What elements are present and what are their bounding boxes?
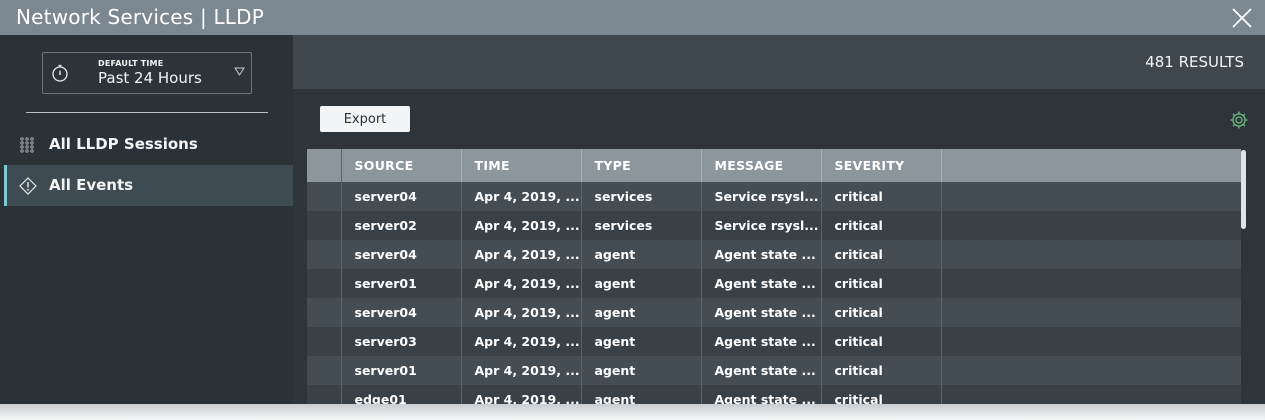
select-column-header[interactable] — [307, 149, 342, 182]
table-row[interactable]: server01 Apr 4, 2019, ... agent Agent state… — [307, 269, 1241, 298]
cell-spacer — [941, 182, 1241, 211]
cell-type: agent — [581, 298, 702, 327]
cell-message: Agent state ... — [701, 356, 822, 385]
time-picker-value: Past 24 Hours — [98, 69, 202, 87]
row-select-cell[interactable] — [307, 211, 342, 240]
close-icon[interactable] — [1231, 7, 1253, 29]
export-button[interactable]: Export — [320, 106, 410, 132]
caret-down-icon — [234, 67, 245, 76]
cell-severity: critical — [821, 356, 942, 385]
cell-message: Agent state ... — [701, 298, 822, 327]
table-row[interactable]: server01 Apr 4, 2019, ... agent Agent state… — [307, 356, 1241, 385]
column-header-severity[interactable]: SEVERITY — [821, 149, 942, 182]
cell-time: Apr 4, 2019, ... — [461, 269, 582, 298]
sidebar-item-all-events[interactable]: All Events — [4, 165, 293, 206]
cell-time: Apr 4, 2019, ... — [461, 298, 582, 327]
column-header-type[interactable]: TYPE — [581, 149, 702, 182]
cell-severity: critical — [821, 327, 942, 356]
cell-type: services — [581, 182, 702, 211]
cell-spacer — [941, 240, 1241, 269]
cell-source: server04 — [341, 182, 462, 211]
cell-message: Agent state ... — [701, 327, 822, 356]
cell-severity: critical — [821, 182, 942, 211]
cell-spacer — [941, 269, 1241, 298]
cell-source: server01 — [341, 269, 462, 298]
sidebar-item-label: All LLDP Sessions — [49, 135, 198, 153]
column-header-source[interactable]: SOURCE — [341, 149, 462, 182]
column-header-spacer — [941, 149, 1241, 182]
cell-time: Apr 4, 2019, ... — [461, 327, 582, 356]
cell-message: Service rsysl... — [701, 182, 822, 211]
table-row[interactable]: server02 Apr 4, 2019, ... services Service … — [307, 211, 1241, 240]
cell-type: agent — [581, 269, 702, 298]
table-row[interactable]: server03 Apr 4, 2019, ... agent Agent state… — [307, 327, 1241, 356]
sidebar-item-label: All Events — [49, 176, 134, 194]
row-select-cell[interactable] — [307, 298, 342, 327]
events-table: SOURCE TIME TYPE MESSAGE SEVERITY server… — [307, 149, 1241, 420]
cell-source: server02 — [341, 211, 462, 240]
cell-type: agent — [581, 240, 702, 269]
main-panel: 481 RESULTS Export SOURCE TIME TYPE MESS… — [293, 35, 1265, 420]
sidebar-divider — [26, 112, 268, 113]
cell-spacer — [941, 298, 1241, 327]
cell-spacer — [941, 211, 1241, 240]
cell-message: Agent state ... — [701, 269, 822, 298]
time-picker-label: DEFAULT TIME — [98, 59, 164, 68]
results-bar: 481 RESULTS — [293, 35, 1265, 89]
stopwatch-icon — [52, 64, 68, 82]
cell-source: server04 — [341, 240, 462, 269]
cell-message: Agent state ... — [701, 240, 822, 269]
table-row[interactable]: server04 Apr 4, 2019, ... agent Agent state… — [307, 298, 1241, 327]
column-header-time[interactable]: TIME — [461, 149, 582, 182]
cell-spacer — [941, 327, 1241, 356]
cell-severity: critical — [821, 298, 942, 327]
row-select-cell[interactable] — [307, 240, 342, 269]
cell-type: agent — [581, 327, 702, 356]
title-bar: Network Services | LLDP — [0, 0, 1265, 35]
window-title: Network Services | LLDP — [16, 5, 264, 29]
cell-source: server04 — [341, 298, 462, 327]
cell-type: services — [581, 211, 702, 240]
sidebar-item-all-lldp-sessions[interactable]: All LLDP Sessions — [4, 124, 293, 165]
results-count: 481 RESULTS — [1145, 53, 1244, 71]
table-row[interactable]: server04 Apr 4, 2019, ... agent Agent state… — [307, 240, 1241, 269]
row-select-cell[interactable] — [307, 269, 342, 298]
column-header-message[interactable]: MESSAGE — [701, 149, 822, 182]
diamond-alert-icon — [19, 177, 37, 195]
cell-severity: critical — [821, 240, 942, 269]
cell-source: server03 — [341, 327, 462, 356]
cell-severity: critical — [821, 211, 942, 240]
window-bottom-edge — [0, 404, 1265, 420]
cell-time: Apr 4, 2019, ... — [461, 211, 582, 240]
cell-spacer — [941, 356, 1241, 385]
row-select-cell[interactable] — [307, 356, 342, 385]
cell-type: agent — [581, 356, 702, 385]
cell-time: Apr 4, 2019, ... — [461, 240, 582, 269]
cell-severity: critical — [821, 269, 942, 298]
sidebar: DEFAULT TIME Past 24 Hours All LLDP Sess… — [0, 35, 293, 420]
cell-time: Apr 4, 2019, ... — [461, 356, 582, 385]
cell-source: server01 — [341, 356, 462, 385]
row-select-cell[interactable] — [307, 327, 342, 356]
table-row[interactable]: server04 Apr 4, 2019, ... services Service … — [307, 182, 1241, 211]
time-range-dropdown[interactable]: DEFAULT TIME Past 24 Hours — [42, 52, 252, 94]
gear-icon[interactable] — [1229, 110, 1249, 130]
row-select-cell[interactable] — [307, 182, 342, 211]
grid-icon — [20, 137, 34, 153]
table-header-row: SOURCE TIME TYPE MESSAGE SEVERITY — [307, 149, 1241, 182]
cell-time: Apr 4, 2019, ... — [461, 182, 582, 211]
cell-message: Service rsysl... — [701, 211, 822, 240]
table-scrollbar[interactable] — [1241, 150, 1246, 229]
